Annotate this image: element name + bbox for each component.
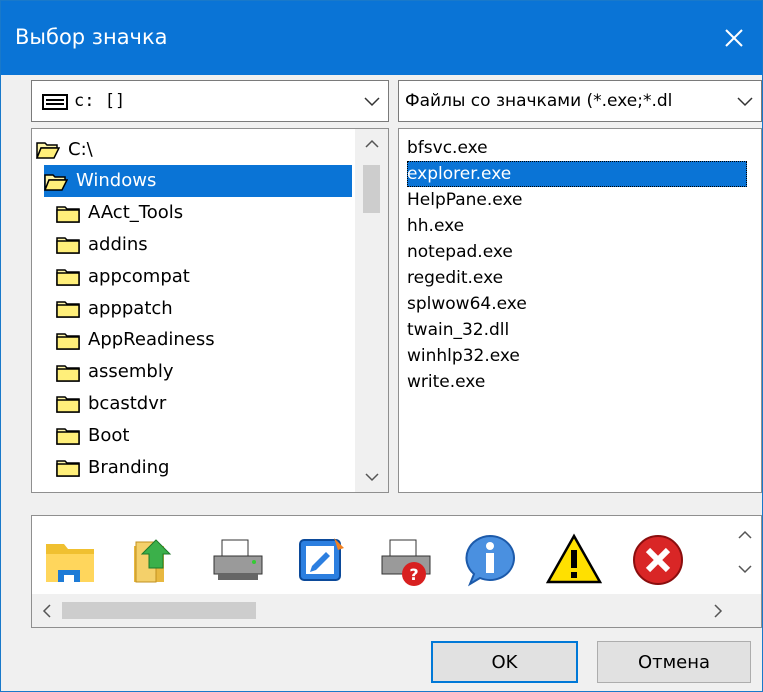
- icon-strip-horizontal-scrollbar[interactable]: [32, 594, 761, 627]
- scroll-thumb[interactable]: [62, 602, 256, 619]
- file-list-item[interactable]: hh.exe: [407, 213, 464, 239]
- icon-strip[interactable]: ?: [31, 515, 762, 628]
- tree-item[interactable]: Branding: [56, 451, 169, 483]
- folder-arrow-icon[interactable]: [122, 524, 186, 596]
- file-list-item[interactable]: twain_32.dll: [407, 317, 509, 343]
- close-icon: [725, 29, 743, 47]
- drive-select[interactable]: c: []: [31, 80, 389, 122]
- drive-select-value: c: []: [74, 91, 126, 111]
- scroll-left-button[interactable]: [32, 594, 62, 627]
- folder-open-icon: [44, 171, 68, 191]
- folder-icon: [56, 203, 80, 223]
- tree-item[interactable]: C:\: [36, 133, 93, 165]
- tree-item-label: appcompat: [88, 265, 190, 287]
- tree-item-label: assembly: [88, 361, 174, 383]
- tree-item[interactable]: addins: [56, 228, 148, 260]
- tree-item[interactable]: Boot: [56, 419, 129, 451]
- tree-item[interactable]: assembly: [56, 356, 173, 388]
- chevron-down-icon: [364, 97, 380, 107]
- window-title: Выбор значка: [15, 25, 168, 49]
- chevron-right-icon: [714, 603, 723, 618]
- file-list[interactable]: bfsvc.exe explorer.exe HelpPane.exe hh.exe n…: [398, 128, 762, 493]
- file-list-item[interactable]: splwow64.exe: [407, 291, 527, 317]
- folder-icon: [56, 234, 80, 255]
- folder-icon: [56, 425, 80, 445]
- icon-picker-dialog: Выбор значка c: [] Файлы со значками (*.…: [0, 0, 763, 692]
- folder-icon: [56, 298, 80, 318]
- file-type-select-value: Файлы со значками (*.exe;*.dl: [405, 91, 673, 111]
- chevron-up-icon[interactable]: [738, 530, 752, 540]
- file-list-item[interactable]: regedit.exe: [407, 265, 503, 291]
- tree-item-label: bcastdvr: [88, 392, 167, 414]
- folder-icon: [56, 362, 80, 382]
- ok-button[interactable]: OK: [431, 641, 578, 683]
- folder-open-icon: [36, 139, 60, 159]
- printer-icon[interactable]: [206, 524, 270, 596]
- file-list-item[interactable]: HelpPane.exe: [407, 187, 522, 213]
- file-list-item[interactable]: write.exe: [407, 369, 485, 395]
- warning-icon[interactable]: [542, 524, 606, 596]
- folder-tree[interactable]: C:\ Windows AAct_Toolsaddins appcompat apppa…: [31, 128, 389, 493]
- tree-item[interactable]: appcompat: [56, 260, 190, 292]
- file-list-item[interactable]: bfsvc.exe: [407, 135, 488, 161]
- folder-icon: [56, 393, 80, 414]
- folder-blue-icon[interactable]: [38, 524, 102, 596]
- icon-strip-vertical-scrollbar[interactable]: [728, 516, 761, 596]
- tree-item-label: Windows: [76, 170, 157, 192]
- file-list-item[interactable]: notepad.exe: [407, 239, 513, 265]
- file-type-select[interactable]: Файлы со значками (*.exe;*.dl: [398, 80, 762, 122]
- chevron-down-icon: [737, 97, 753, 107]
- tree-item[interactable]: AppReadiness: [56, 324, 215, 356]
- tree-item[interactable]: bcastdvr: [56, 387, 166, 419]
- scroll-down-button[interactable]: [355, 462, 388, 492]
- tree-item[interactable]: Windows: [44, 164, 352, 197]
- file-list-item[interactable]: explorer.exe: [407, 161, 747, 187]
- tree-item-label: apppatch: [88, 297, 173, 319]
- scroll-right-button[interactable]: [703, 594, 733, 627]
- tree-item-label: AAct_Tools: [88, 202, 184, 224]
- chevron-down-icon[interactable]: [738, 564, 752, 574]
- printer-help-icon[interactable]: ?: [374, 524, 438, 596]
- tree-item[interactable]: AAct_Tools: [56, 197, 183, 229]
- scroll-thumb[interactable]: [363, 165, 380, 213]
- tree-item-label: Branding: [88, 456, 170, 478]
- folder-icon: [56, 330, 80, 350]
- tree-item-label: C:\: [68, 138, 93, 160]
- folder-icon: [56, 457, 80, 477]
- info-icon[interactable]: [458, 524, 522, 596]
- tree-item-label: addins: [88, 233, 148, 255]
- cancel-button[interactable]: Отмена: [597, 641, 751, 683]
- error-icon[interactable]: [626, 524, 690, 596]
- folder-icon: [56, 266, 80, 286]
- drive-icon: [42, 94, 68, 110]
- tree-item[interactable]: apppatch: [56, 292, 173, 324]
- tree-item-label: Boot: [88, 424, 130, 446]
- title-bar[interactable]: Выбор значка: [1, 1, 762, 75]
- file-list-item[interactable]: winhlp32.exe: [407, 343, 520, 369]
- tree-vertical-scrollbar[interactable]: [355, 129, 388, 492]
- edit-document-icon[interactable]: [290, 524, 354, 596]
- tree-item-label: AppReadiness: [88, 329, 215, 351]
- scroll-up-button[interactable]: [355, 129, 388, 159]
- chevron-down-icon: [364, 473, 379, 482]
- chevron-left-icon: [42, 603, 51, 618]
- chevron-up-icon: [364, 139, 379, 148]
- close-button[interactable]: [706, 1, 762, 75]
- svg-text:?: ?: [409, 565, 418, 584]
